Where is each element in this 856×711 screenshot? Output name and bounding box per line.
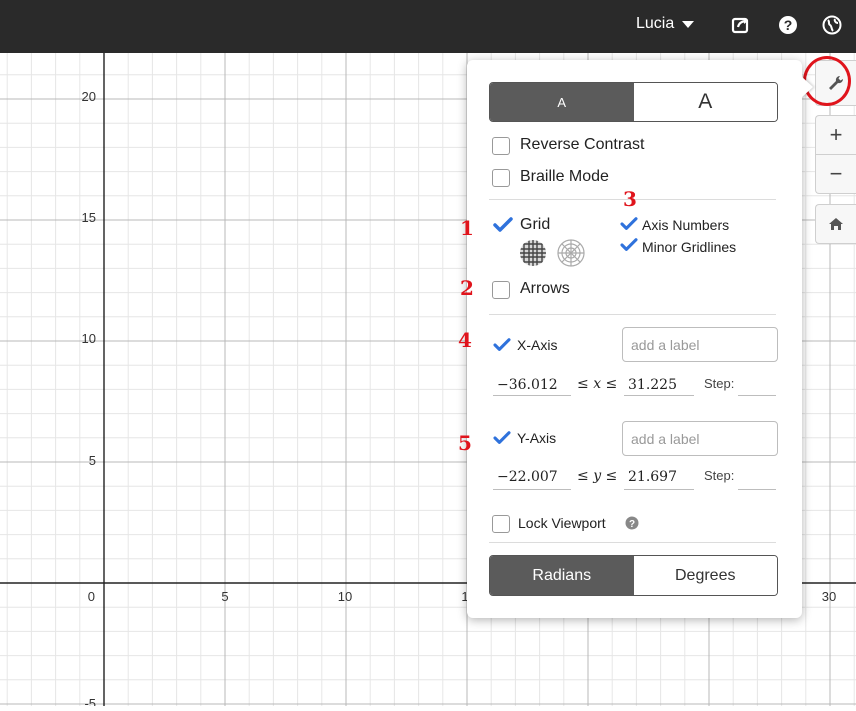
x-max-underline — [624, 395, 694, 396]
arrows-checkbox[interactable] — [492, 281, 510, 299]
y-min-underline — [493, 489, 571, 490]
info-icon[interactable]: ? — [625, 516, 639, 530]
degrees-option[interactable]: Degrees — [633, 556, 777, 595]
large-text-option[interactable]: A — [633, 83, 777, 121]
y-tick-label: 20 — [82, 89, 96, 104]
y-step-input[interactable] — [738, 489, 776, 490]
top-bar: Lucia ? — [0, 0, 856, 53]
y-range-expression: ≤ y ≤ — [577, 468, 618, 484]
divider — [489, 542, 776, 543]
user-name: Lucia — [636, 15, 675, 32]
minor-gridlines-checkbox-checked[interactable] — [620, 238, 638, 252]
annotation-number: 5 — [458, 431, 472, 455]
globe-icon[interactable] — [822, 15, 842, 35]
y-tick-label: 5 — [89, 453, 96, 468]
svg-text:?: ? — [784, 17, 793, 33]
x-axis-label: X-Axis — [517, 337, 558, 353]
braille-mode-label: Braille Mode — [520, 168, 609, 185]
panel-pointer — [801, 76, 813, 98]
y-variable: y — [593, 468, 602, 484]
annotation-number: 1 — [460, 216, 474, 240]
reverse-contrast-checkbox[interactable] — [492, 137, 510, 155]
y-axis-label: Y-Axis — [517, 430, 557, 446]
x-tick-label: 10 — [338, 589, 352, 604]
zoom-out-button[interactable]: − — [815, 154, 856, 194]
annotation-number: 3 — [623, 187, 637, 211]
x-step-input[interactable] — [738, 395, 776, 396]
small-text-option[interactable]: A — [490, 83, 634, 121]
y-axis-checkbox-checked[interactable] — [493, 431, 511, 445]
grid-checkbox-checked[interactable] — [493, 217, 513, 233]
x-axis-checkbox-checked[interactable] — [493, 338, 511, 352]
lock-viewport-label: Lock Viewport — [518, 515, 606, 531]
axis-numbers-label: Axis Numbers — [642, 217, 730, 233]
x-tick-label: 5 — [221, 589, 228, 604]
y-step-label: Step: — [704, 468, 735, 483]
home-icon — [829, 218, 843, 230]
x-axis-label-input[interactable] — [622, 327, 778, 362]
x-min-value[interactable]: −36.012 — [497, 377, 558, 393]
x-range-expression: ≤ x ≤ — [577, 376, 618, 392]
minor-gridlines-label: Minor Gridlines — [642, 239, 737, 255]
braille-mode-checkbox[interactable] — [492, 169, 510, 187]
polar-grid-icon[interactable] — [556, 238, 586, 268]
radians-option[interactable]: Radians — [490, 556, 634, 595]
zoom-in-button[interactable]: + — [815, 115, 856, 155]
chevron-down-icon — [682, 20, 695, 28]
y-tick-labels: 20 15 10 5 -5 — [82, 89, 96, 711]
share-icon[interactable] — [731, 15, 751, 35]
x-tick-label: 30 — [822, 589, 836, 604]
y-max-underline — [624, 489, 694, 490]
arrows-label: Arrows — [520, 280, 570, 297]
user-menu[interactable]: Lucia — [636, 15, 695, 33]
cartesian-grid-icon[interactable] — [518, 238, 548, 268]
graph-settings-button[interactable] — [815, 60, 856, 106]
zoom-out-icon: − — [829, 161, 843, 186]
reverse-contrast-label: Reverse Contrast — [520, 136, 645, 153]
lock-viewport-checkbox[interactable] — [492, 515, 510, 533]
x-tick-label: 0 — [88, 589, 95, 604]
zoom-in-icon: + — [829, 122, 843, 147]
y-tick-label: -5 — [84, 696, 96, 706]
y-tick-label: 10 — [82, 331, 96, 346]
annotation-number: 4 — [458, 328, 472, 352]
y-min-value[interactable]: −22.007 — [497, 469, 558, 485]
svg-text:?: ? — [629, 519, 635, 530]
divider — [489, 314, 776, 315]
default-viewport-button[interactable] — [815, 204, 856, 244]
text-size-toggle[interactable]: A A — [489, 82, 778, 122]
wrench-icon — [829, 75, 844, 90]
x-max-value[interactable]: 31.225 — [628, 377, 677, 393]
x-min-underline — [493, 395, 571, 396]
y-axis-label-input[interactable] — [622, 421, 778, 456]
help-icon[interactable]: ? — [778, 15, 798, 35]
y-max-value[interactable]: 21.697 — [628, 469, 677, 485]
annotation-number: 2 — [460, 276, 474, 300]
x-variable: x — [593, 376, 602, 392]
y-tick-label: 15 — [82, 210, 96, 225]
x-step-label: Step: — [704, 376, 735, 391]
angle-mode-toggle[interactable]: Radians Degrees — [489, 555, 778, 596]
grid-label: Grid — [520, 216, 551, 233]
axis-numbers-checkbox-checked[interactable] — [620, 217, 638, 231]
